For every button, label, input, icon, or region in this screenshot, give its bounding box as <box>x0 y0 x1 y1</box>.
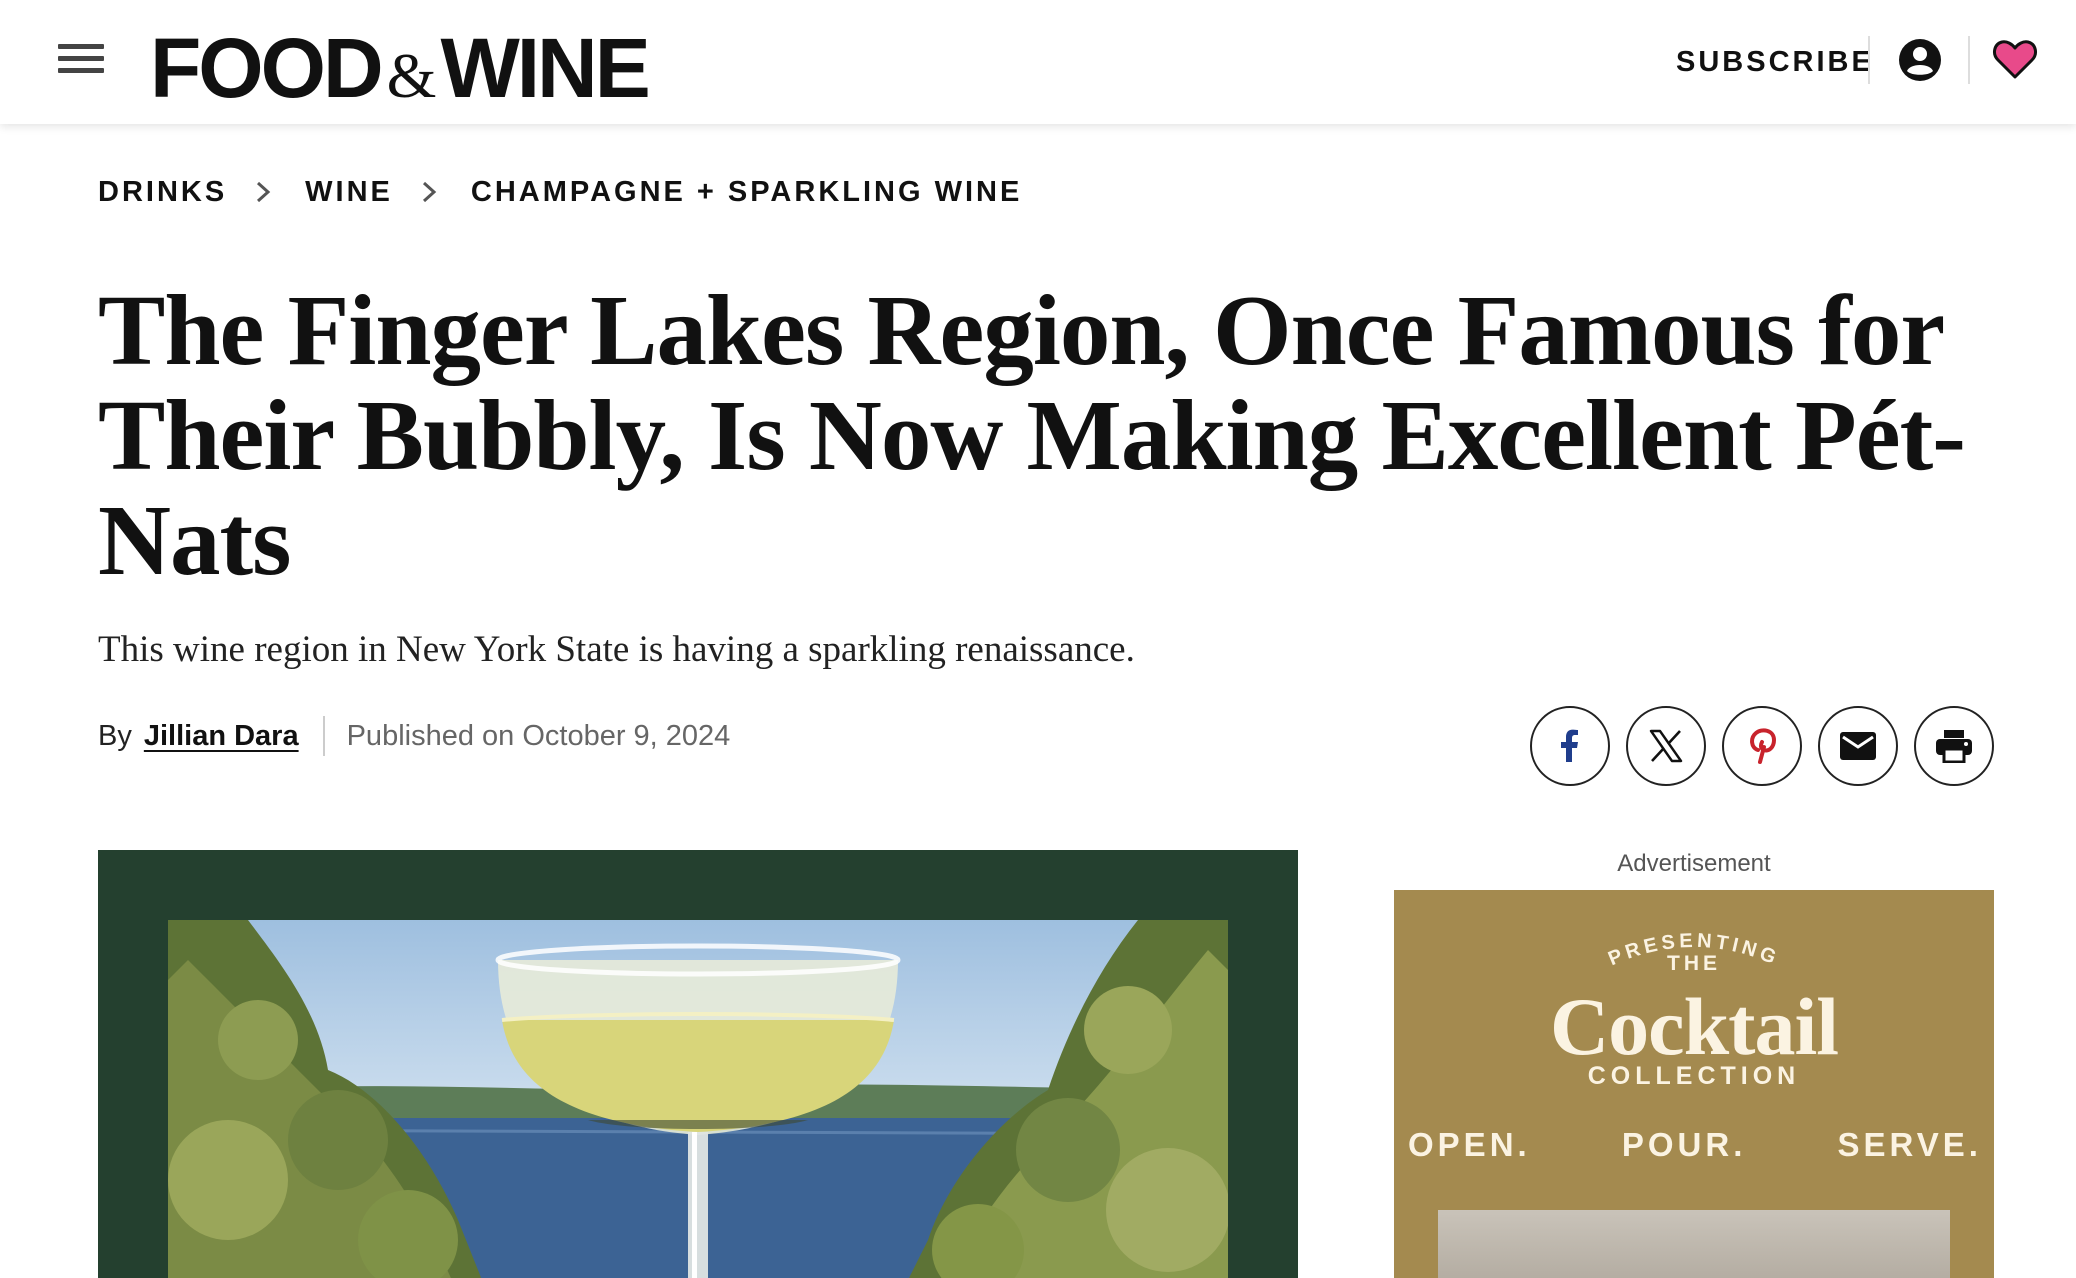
account-icon <box>1899 39 1941 81</box>
menu-icon-bar <box>58 68 104 73</box>
site-header: FOOD & WINE SUBSCRIBE <box>0 0 2076 124</box>
champagne-glass-vineyard-illustration <box>168 920 1228 1278</box>
print-button[interactable] <box>1914 706 1994 786</box>
ad-subtitle: COLLECTION <box>1587 1062 1801 1090</box>
ad-tagline: POUR. <box>1621 1126 1747 1163</box>
header-divider <box>1968 36 1970 84</box>
hero-image <box>98 850 1298 1278</box>
author-link[interactable]: Jillian Dara <box>144 720 299 753</box>
breadcrumb-item-wine[interactable]: WINE <box>305 176 393 209</box>
breadcrumb-item-champagne-sparkling-wine[interactable]: CHAMPAGNE + SPARKLING WINE <box>471 176 1022 209</box>
share-bar <box>1530 706 1994 786</box>
subscribe-link[interactable]: SUBSCRIBE <box>1676 42 1874 82</box>
hero-photo <box>168 920 1228 1278</box>
header-divider <box>1868 36 1870 84</box>
ad-photo <box>1438 1210 1950 1278</box>
heart-icon <box>1993 40 2037 79</box>
byline-prefix: By <box>98 719 132 752</box>
account-button[interactable] <box>1898 38 1942 82</box>
saved-button[interactable] <box>1992 36 2038 82</box>
facebook-icon <box>1561 729 1578 762</box>
advertisement-label: Advertisement <box>1617 850 1771 877</box>
ad-tagline: SERVE. <box>1837 1126 1982 1163</box>
chevron-right-icon <box>257 181 271 203</box>
menu-icon-bar <box>58 44 104 49</box>
share-facebook-button[interactable] <box>1530 706 1610 786</box>
x-icon <box>1649 729 1683 763</box>
logo-ampersand: & <box>386 40 437 111</box>
byline: By Jillian Dara Published on October 9, … <box>98 714 730 758</box>
breadcrumb-item-drinks[interactable]: DRINKS <box>98 176 227 209</box>
article-dek: This wine region in New York State is ha… <box>98 629 1135 670</box>
byline-divider <box>322 716 325 756</box>
logo-food: FOOD <box>150 21 384 115</box>
share-pinterest-button[interactable] <box>1722 706 1802 786</box>
ad-the-text: THE <box>1667 952 1721 975</box>
print-icon <box>1936 730 1972 763</box>
email-icon <box>1840 732 1876 760</box>
advertisement[interactable]: PRESENTING THE Cocktail COLLECTION OPEN.… <box>1394 890 1994 1278</box>
logo-wine: WINE <box>440 21 650 115</box>
share-x-button[interactable] <box>1626 706 1706 786</box>
pinterest-icon <box>1750 728 1777 764</box>
chevron-right-icon <box>422 181 437 203</box>
breadcrumb: DRINKS WINE CHAMPAGNE + SPARKLING WINE <box>98 172 1022 212</box>
publish-date: Published on October 9, 2024 <box>346 719 731 752</box>
ad-taglines: OPEN. POUR. SERVE. <box>1408 1126 1982 1164</box>
ad-tagline: OPEN. <box>1408 1126 1531 1163</box>
article-headline: The Finger Lakes Region, Once Famous for… <box>98 274 1966 596</box>
site-logo[interactable]: FOOD & WINE <box>150 20 651 115</box>
menu-button[interactable] <box>58 44 104 80</box>
menu-icon-bar <box>58 56 104 61</box>
ad-title: Cocktail <box>1549 981 1839 1072</box>
share-email-button[interactable] <box>1818 706 1898 786</box>
